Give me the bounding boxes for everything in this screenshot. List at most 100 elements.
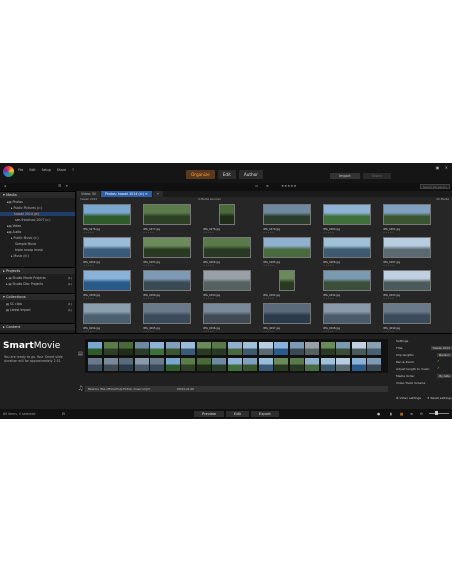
thumbnail-item[interactable]: IMG_0480.jpg ★★★★★ (319, 202, 376, 239)
tab-organize[interactable]: Organize (186, 170, 215, 179)
photo-thumbnail[interactable] (219, 204, 235, 225)
projects-section-header[interactable]: ▸ Projects (0, 267, 75, 274)
share-button[interactable]: Share (362, 173, 391, 179)
thumbnail-item[interactable]: IMG_0489.jpg ★★★★★ (139, 268, 196, 305)
storyboard-clip[interactable] (367, 358, 381, 371)
project-item-disc[interactable]: ▸ ▤ Studio Disc Projects (6, 282, 43, 286)
storyboard-clip[interactable] (305, 358, 319, 371)
sidebar-item[interactable]: ▸▤ Video (7, 224, 21, 228)
storyboard-clip[interactable] (181, 342, 195, 355)
thumbnail-item[interactable]: IMG_0485.jpg ★★★★★ (259, 235, 316, 272)
audio-track[interactable]: Misirlou (the official Pulp Fiction musi… (85, 386, 388, 392)
rating-stars[interactable]: ★★★★★ (263, 264, 274, 267)
storyboard-clip[interactable] (150, 342, 164, 355)
photo-thumbnail[interactable] (323, 270, 371, 291)
photo-thumbnail[interactable] (323, 237, 371, 258)
photo-thumbnail[interactable] (263, 204, 311, 225)
menu-file[interactable]: File (18, 168, 23, 172)
thumbnail-item[interactable]: IMG_0476.jpg ★★★★★ (79, 202, 136, 239)
thumbnail-item[interactable]: IMG_0492.jpg ★★★★★ (319, 268, 376, 305)
sidebar-item[interactable]: ▸▤ Photos (7, 200, 23, 204)
storyboard-clip[interactable] (258, 342, 273, 355)
photo-thumbnail[interactable] (143, 270, 191, 291)
storyboard-clip[interactable] (336, 342, 350, 355)
setting-value-field[interactable]: By date (437, 374, 452, 378)
sidebar-item[interactable]: ▸ Public Pictures (c:) (11, 206, 42, 210)
rating-stars[interactable]: ★★★★★ (143, 297, 154, 300)
photo-thumbnail[interactable] (263, 303, 311, 324)
thumbnail-item[interactable]: IMG_0484.jpg ★★★★★ (199, 235, 256, 272)
storyboard-clip[interactable] (103, 358, 118, 371)
thumbnail-item[interactable]: IMG_0477.jpg ★★★★★ (139, 202, 196, 239)
photo-thumbnail[interactable] (383, 303, 431, 324)
photo-thumbnail[interactable] (143, 204, 191, 225)
edit-button[interactable]: Edit (226, 411, 249, 417)
photo-thumbnail[interactable] (323, 204, 371, 225)
storyboard-clip[interactable] (351, 358, 366, 371)
storyboard-clip[interactable] (212, 342, 226, 355)
thumbnail-item[interactable]: IMG_0491.jpg ★★★★★ (259, 268, 316, 305)
info-icon[interactable]: ● (377, 412, 380, 416)
collection-item-latest-import[interactable]: ▤ Latest Import (6, 308, 31, 312)
rating-stars[interactable]: ★★★★★ (323, 231, 334, 234)
rating-stars[interactable]: ★★★★★ (263, 297, 274, 300)
video-settings-button[interactable]: ⚙ Video settings (396, 396, 421, 400)
list-detail-icon[interactable]: ≡ (410, 412, 413, 416)
filter-icon[interactable]: ≡ (266, 184, 269, 188)
rating-stars[interactable]: ★★★★★ (83, 231, 94, 234)
close-icon[interactable]: ✕ (145, 192, 148, 196)
media-section-header[interactable]: ▾ Media (0, 191, 75, 198)
collection-item-sc-clips[interactable]: ▤ SC clips (6, 302, 22, 306)
setting-value-field[interactable]: Medium (436, 353, 452, 357)
storyboard-clip[interactable] (88, 358, 102, 371)
thumbnail-item[interactable]: IMG_0488.jpg ★★★★★ (79, 268, 136, 305)
thumbnail-item[interactable]: IMG_0481.jpg ★★★★★ (379, 202, 436, 239)
storyboard-clip[interactable] (103, 342, 118, 355)
rating-stars[interactable]: ★★★★★ (263, 231, 274, 234)
photo-thumbnail[interactable] (143, 237, 191, 258)
collapse-panel-icon[interactable]: ⊟ (62, 412, 65, 416)
back-icon[interactable]: ◂ (4, 184, 6, 188)
preview-button[interactable]: Preview (194, 411, 224, 417)
delete-icon[interactable]: ▮ (390, 412, 392, 416)
rating-stars[interactable]: ★★★★★ (143, 231, 154, 234)
storyboard-clip[interactable] (196, 342, 211, 355)
storyboard-clip[interactable] (134, 342, 149, 355)
storyboard-clip[interactable] (243, 342, 257, 355)
thumbnail-item[interactable]: IMG_0479.jpg ★★★★★ (259, 202, 316, 239)
photo-thumbnail[interactable] (203, 270, 251, 291)
slider-thumb[interactable] (435, 411, 438, 415)
collections-section-header[interactable]: ▾ Collections (0, 293, 75, 300)
rating-stars[interactable]: ★★★★★ (323, 264, 334, 267)
thumbnail-item[interactable]: IMG_0487.jpg ★★★★★ (379, 235, 436, 272)
photo-thumbnail[interactable] (383, 270, 431, 291)
thumbnail-item[interactable]: IMG_0490.jpg ★★★★★ (199, 268, 256, 305)
thumbnail-item[interactable]: IMG_0483.jpg ★★★★★ (139, 235, 196, 272)
export-button[interactable]: Export (250, 411, 279, 417)
search-input[interactable]: Search the Library (420, 184, 450, 189)
sidebar-item[interactable]: triple scoop music (15, 248, 43, 252)
storyboard-clip[interactable] (181, 358, 195, 371)
rating-stars[interactable]: ★★★★★ (323, 297, 334, 300)
storyboard-clip[interactable] (274, 358, 288, 371)
photo-thumbnail[interactable] (83, 204, 131, 225)
storyboard-clip[interactable] (336, 358, 350, 371)
storyboard-clip[interactable] (227, 358, 242, 371)
storyboard-clip[interactable] (258, 358, 273, 371)
setting-value-field[interactable]: Hawaii 2014 (430, 346, 452, 350)
project-item-movie[interactable]: ▸ ▤ Studio Movie Projects (6, 276, 46, 280)
storyboard-clip[interactable] (367, 342, 381, 355)
photo-thumbnail[interactable] (203, 237, 251, 258)
menu-share[interactable]: Share (57, 168, 66, 172)
cart-icon[interactable]: ▣ (436, 165, 440, 170)
photo-thumbnail[interactable] (143, 303, 191, 324)
storyboard-clip[interactable] (88, 342, 102, 355)
smartmovie-storyboard[interactable] (85, 339, 388, 373)
thumbnail-item[interactable]: IMG_0493.jpg ★★★★★ (379, 268, 436, 305)
checkbox-checked-icon[interactable]: ✓ (437, 359, 440, 363)
storyboard-clip[interactable] (150, 358, 164, 371)
storyboard-clip[interactable] (274, 342, 288, 355)
photo-thumbnail[interactable] (83, 237, 131, 258)
sidebar-item[interactable]: ▸ Music (d:) (11, 254, 29, 258)
storyboard-clip[interactable] (305, 342, 319, 355)
